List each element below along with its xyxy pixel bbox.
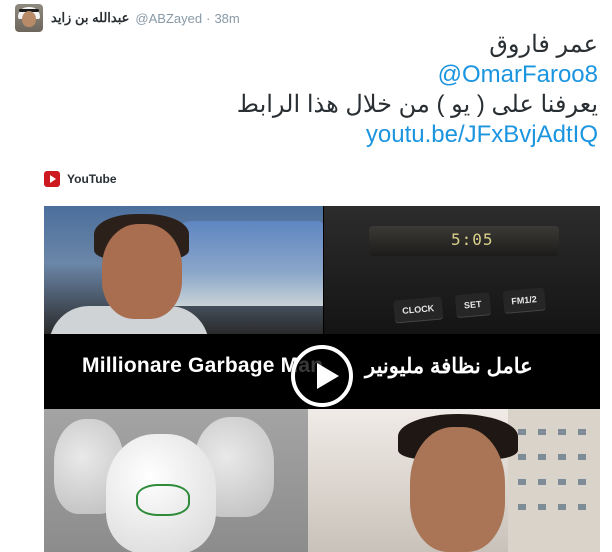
radio-button-fm: FM1/2 xyxy=(502,287,546,313)
author-avatar[interactable] xyxy=(15,4,43,32)
thumbnail-street-selfie xyxy=(308,409,600,552)
youtube-icon xyxy=(44,171,60,187)
tweet-timestamp[interactable]: 38m xyxy=(214,11,239,26)
card-source[interactable]: YouTube xyxy=(44,171,117,187)
video-thumbnail[interactable]: 5:05 CLOCK SET FM1/2 Millionare Garbage … xyxy=(44,206,600,552)
radio-button-set: SET xyxy=(455,292,491,318)
author-name[interactable]: عبدالله بن زايد xyxy=(51,10,129,26)
youtube-url-link[interactable]: youtu.be/JFxBvjAdtIQ xyxy=(38,120,598,150)
radio-button-clock: CLOCK xyxy=(393,296,444,323)
author-handle[interactable]: @ABZayed xyxy=(135,11,202,26)
thumbnail-car-radio: 5:05 CLOCK SET FM1/2 xyxy=(324,206,600,334)
video-title-english: Millionare Garbage Man xyxy=(82,354,324,377)
tweet-line-description: يعرفنا على ( يو ) من خلال هذا الرابط xyxy=(236,91,598,118)
thumbnail-car-selfie xyxy=(44,206,323,334)
tweet-line-name: عمر فاروق xyxy=(489,31,598,58)
radio-clock-display: 5:05 xyxy=(451,230,494,249)
tweet-text: عمر فاروق @OmarFaroo8 يعرفنا على ( يو ) … xyxy=(38,30,598,150)
tweet-header: عبدالله بن زايد @ABZayed · 38m xyxy=(15,4,240,32)
play-icon[interactable] xyxy=(291,345,353,407)
video-title-arabic: عامل نظافة مليونير xyxy=(365,355,533,378)
meta-separator: · xyxy=(206,10,211,26)
thumbnail-garbage-bags xyxy=(44,409,308,552)
card-source-label: YouTube xyxy=(67,172,117,186)
mention-link[interactable]: @OmarFaroo8 xyxy=(38,60,598,90)
